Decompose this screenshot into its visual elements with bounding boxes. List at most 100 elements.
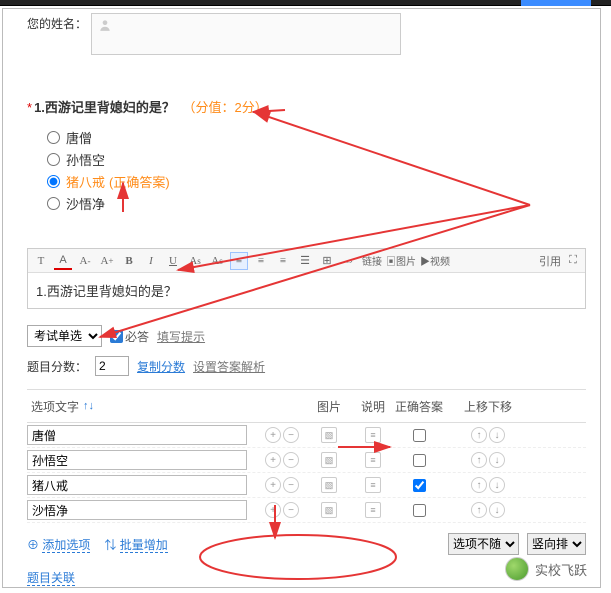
required-checkbox[interactable]: 必答	[110, 328, 149, 345]
question-assoc-link[interactable]: 题目关联	[27, 571, 75, 586]
score-input[interactable]	[95, 356, 129, 376]
batch-icon: ⇅	[104, 538, 116, 552]
move-down-icon[interactable]: ↓	[489, 477, 505, 493]
required-label: 必答	[125, 328, 149, 345]
superscript-icon[interactable]: As	[186, 252, 204, 270]
image-upload-icon[interactable]: ▧	[321, 502, 337, 518]
fill-hint-link[interactable]: 填写提示	[157, 328, 205, 345]
page-container: 您的姓名： *1.西游记里背媳妇的是？ （分值：2分） 唐僧 孙悟空 猪八戒 (…	[2, 8, 601, 588]
text-tool-icon[interactable]: T	[32, 252, 50, 270]
subscript-icon[interactable]: As	[208, 252, 226, 270]
option-row[interactable]: 孙悟空	[47, 148, 586, 170]
option-text-input[interactable]	[27, 450, 247, 470]
option-radio[interactable]	[47, 131, 60, 144]
correct-checkbox[interactable]	[413, 454, 426, 467]
col-desc: 说明	[351, 398, 395, 415]
bold-icon[interactable]: B	[120, 252, 138, 270]
table-row: + − ▧ ≡ ↑ ↓	[27, 448, 586, 473]
move-up-icon[interactable]: ↑	[471, 502, 487, 518]
option-row[interactable]: 猪八戒 (正确答案)	[47, 170, 586, 192]
move-down-icon[interactable]: ↓	[489, 452, 505, 468]
col-correct: 正确答案	[395, 398, 443, 415]
table-row: + − ▧ ≡ ↑ ↓	[27, 473, 586, 498]
sort-icon[interactable]: ↑↓	[83, 400, 94, 412]
name-input-box[interactable]	[91, 13, 401, 55]
set-analysis-link[interactable]: 设置答案解析	[193, 358, 265, 375]
link-text-icon[interactable]: 链接	[362, 252, 382, 270]
underline-icon[interactable]: U	[164, 252, 182, 270]
font-color-icon[interactable]: A	[54, 252, 72, 270]
move-up-icon[interactable]: ↑	[471, 427, 487, 443]
image-upload-icon[interactable]: ▧	[321, 427, 337, 443]
remove-icon[interactable]: −	[283, 452, 299, 468]
top-blue-tab	[521, 0, 591, 6]
option-radio[interactable]	[47, 153, 60, 166]
remove-icon[interactable]: −	[283, 427, 299, 443]
batch-add-link[interactable]: ⇅ 批量增加	[104, 536, 167, 553]
add-option-link[interactable]: ⊕ 添加选项	[27, 536, 90, 553]
table-row: + − ▧ ≡ ↑ ↓	[27, 423, 586, 448]
add-icon[interactable]: +	[265, 427, 281, 443]
video-icon[interactable]: ▶视频	[420, 252, 450, 270]
watermark-text: 实校飞跃	[535, 560, 587, 579]
correct-checkbox[interactable]	[413, 429, 426, 442]
list-icon[interactable]: ☰	[296, 252, 314, 270]
image-upload-icon[interactable]: ▧	[321, 477, 337, 493]
remove-icon[interactable]: −	[283, 502, 299, 518]
question-text: 1.西游记里背媳妇的是？	[34, 100, 175, 115]
options-table: 选项文字 ↑↓ 图片 说明 正确答案 上移下移 + − ▧ ≡ ↑ ↓	[27, 389, 586, 523]
image-upload-icon[interactable]: ▧	[321, 452, 337, 468]
image-icon[interactable]: ▣图片	[386, 252, 416, 270]
plus-box-icon: ⊕	[27, 538, 39, 552]
italic-icon[interactable]: I	[142, 252, 160, 270]
score-label: 题目分数：	[27, 358, 87, 375]
align-right-icon[interactable]: ≡	[274, 252, 292, 270]
orientation-select[interactable]: 竖向排	[527, 533, 586, 555]
align-center-icon[interactable]: ≡	[252, 252, 270, 270]
link-icon[interactable]: ⇔	[340, 252, 358, 270]
follow-select[interactable]: 选项不随	[448, 533, 519, 555]
editor-body[interactable]: 1.西游记里背媳妇的是？	[28, 273, 585, 308]
move-down-icon[interactable]: ↓	[489, 502, 505, 518]
correct-checkbox[interactable]	[413, 504, 426, 517]
correct-answer-tag: (正确答案)	[109, 172, 170, 191]
expand-icon[interactable]: ⛶	[565, 254, 581, 267]
required-star: *	[27, 100, 32, 115]
question-preview: *1.西游记里背媳妇的是？ （分值：2分） 唐僧 孙悟空 猪八戒 (正确答案) …	[27, 97, 586, 214]
required-checkbox-input[interactable]	[110, 330, 123, 343]
table-row: + − ▧ ≡ ↑ ↓	[27, 498, 586, 523]
remove-icon[interactable]: −	[283, 477, 299, 493]
desc-icon[interactable]: ≡	[365, 477, 381, 493]
option-radio[interactable]	[47, 197, 60, 210]
desc-icon[interactable]: ≡	[365, 502, 381, 518]
align-left-icon[interactable]: ≡	[230, 252, 248, 270]
move-up-icon[interactable]: ↑	[471, 452, 487, 468]
option-row[interactable]: 沙悟净	[47, 192, 586, 214]
desc-icon[interactable]: ≡	[365, 427, 381, 443]
option-text-input[interactable]	[27, 500, 247, 520]
font-size-inc-icon[interactable]: A+	[98, 252, 116, 270]
question-type-select[interactable]: 考试单选	[27, 325, 102, 347]
copy-score-link[interactable]: 复制分数	[137, 358, 185, 375]
table-icon[interactable]: ⊞	[318, 252, 336, 270]
desc-icon[interactable]: ≡	[365, 452, 381, 468]
option-text-input[interactable]	[27, 425, 247, 445]
col-move: 上移下移	[443, 398, 533, 415]
add-icon[interactable]: +	[265, 502, 281, 518]
watermark-logo-icon	[505, 557, 529, 581]
move-down-icon[interactable]: ↓	[489, 427, 505, 443]
font-size-dec-icon[interactable]: A-	[76, 252, 94, 270]
question-score: （分值：2分）	[183, 100, 268, 115]
add-icon[interactable]: +	[265, 477, 281, 493]
option-text-input[interactable]	[27, 475, 247, 495]
name-label: 您的姓名：	[27, 15, 87, 32]
add-icon[interactable]: +	[265, 452, 281, 468]
question-settings: 考试单选 必答 填写提示 题目分数： 复制分数 设置答案解析	[27, 321, 586, 381]
user-icon	[98, 18, 112, 32]
correct-checkbox[interactable]	[413, 479, 426, 492]
quote-button[interactable]: 引用	[539, 253, 561, 269]
move-up-icon[interactable]: ↑	[471, 477, 487, 493]
option-row[interactable]: 唐僧	[47, 126, 586, 148]
option-radio[interactable]	[47, 175, 60, 188]
question-title: *1.西游记里背媳妇的是？ （分值：2分）	[27, 97, 586, 116]
